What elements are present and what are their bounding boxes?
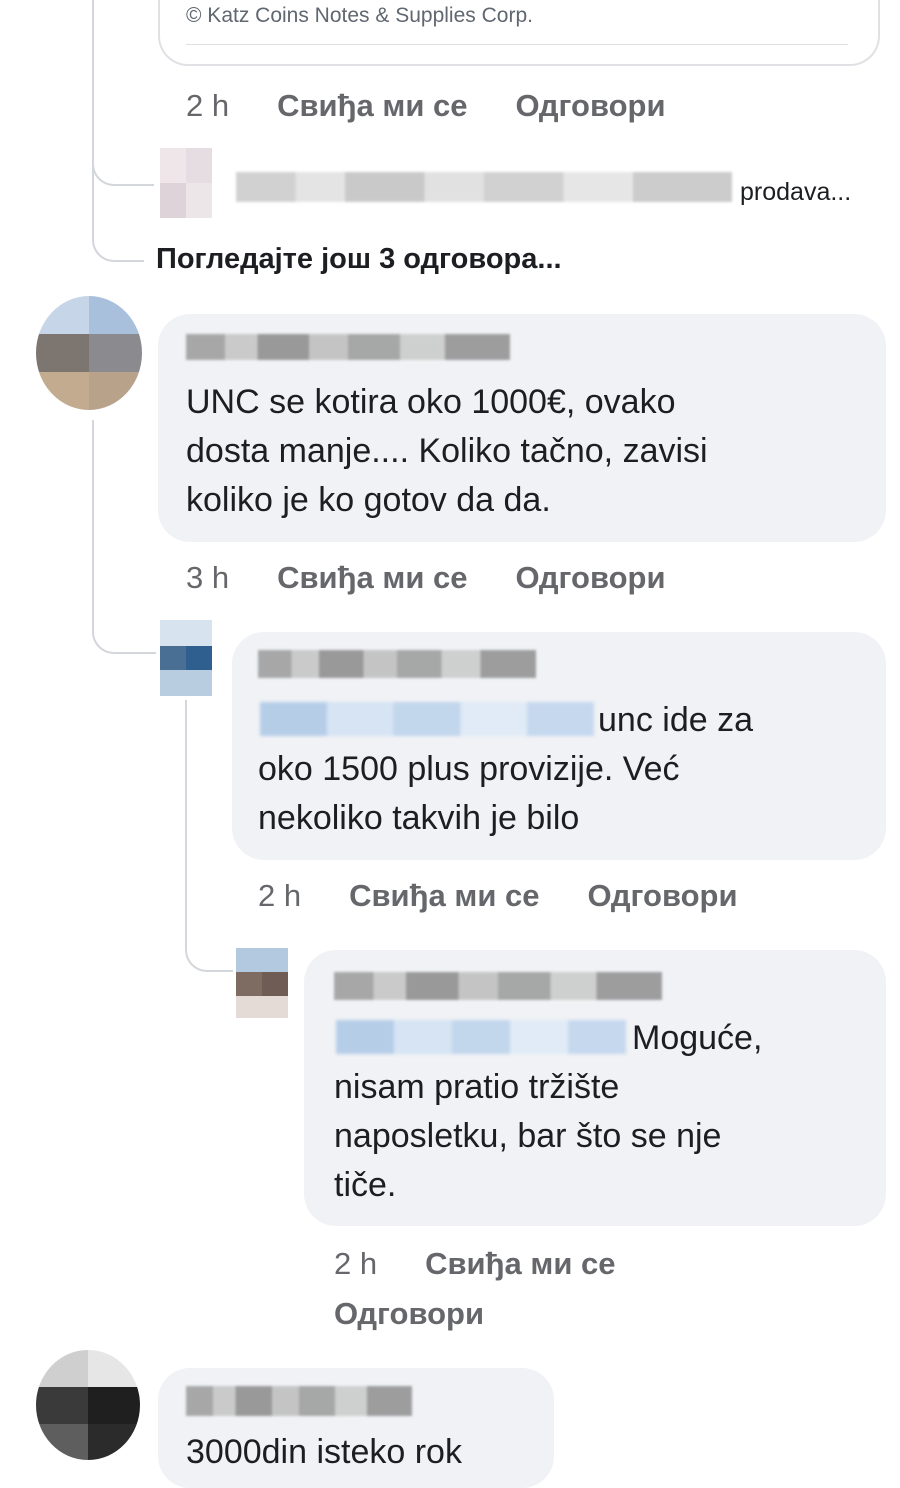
redacted-name [334, 972, 662, 1000]
comment-text: Moguće, nisam pratio tržište naposletku,… [334, 1019, 763, 1204]
thread-curve-2 [92, 184, 144, 262]
thread-line-1 [92, 0, 94, 184]
redacted-name [186, 1386, 412, 1416]
thread-line-3 [185, 700, 233, 972]
reply-button[interactable]: Одговори [587, 878, 737, 913]
comment-actions: 3 h Свиђа ми се Одговори [186, 560, 714, 596]
like-button[interactable]: Свиђа ми се [277, 88, 467, 123]
redacted-name [236, 172, 732, 202]
comment-time: 2 h [186, 88, 230, 123]
reply-button[interactable]: Одговори [515, 560, 665, 595]
avatar[interactable] [160, 148, 212, 218]
comment-time: 3 h [186, 560, 230, 595]
comment-time: 2 h [334, 1246, 378, 1281]
thread-curve-1 [92, 160, 154, 186]
avatar[interactable] [36, 1350, 140, 1460]
comment-actions: 2 h Свиђа ми се Одговори [258, 878, 786, 914]
comment-text: 3000din isteko rok [186, 1433, 462, 1471]
comment-actions: 2 h Свиђа ми се Одговори [186, 88, 714, 124]
redacted-name [258, 650, 536, 678]
view-more-replies-link[interactable]: Погледајте још 3 одговора... [156, 243, 562, 276]
comment-text: UNC se kotira oko 1000€, ovako dosta man… [186, 383, 708, 519]
reply-button[interactable]: Одговори [515, 88, 665, 123]
comment-actions: 2 h Свиђа ми се [334, 1246, 663, 1282]
collapsed-reply-preview[interactable]: prodava... [740, 178, 851, 207]
avatar[interactable] [236, 948, 288, 1018]
like-button[interactable]: Свиђа ми се [349, 878, 539, 913]
comment-time: 2 h [258, 878, 302, 913]
preview-divider [186, 44, 848, 45]
preview-source: © Katz Coins Notes & Supplies Corp. [186, 4, 533, 27]
like-button[interactable]: Свиђа ми се [425, 1246, 615, 1281]
thread-line-2 [92, 420, 156, 654]
avatar[interactable] [36, 296, 142, 410]
like-button[interactable]: Свиђа ми се [277, 560, 467, 595]
avatar[interactable] [160, 620, 212, 696]
redacted-name [186, 334, 510, 360]
reply-button-wrap: Одговори [334, 1296, 532, 1332]
comment-text: unc ide za oko 1500 plus provizije. Već … [258, 701, 753, 837]
link-preview-card[interactable]: © Katz Coins Notes & Supplies Corp. [158, 0, 880, 66]
reply-button[interactable]: Одговори [334, 1296, 484, 1331]
